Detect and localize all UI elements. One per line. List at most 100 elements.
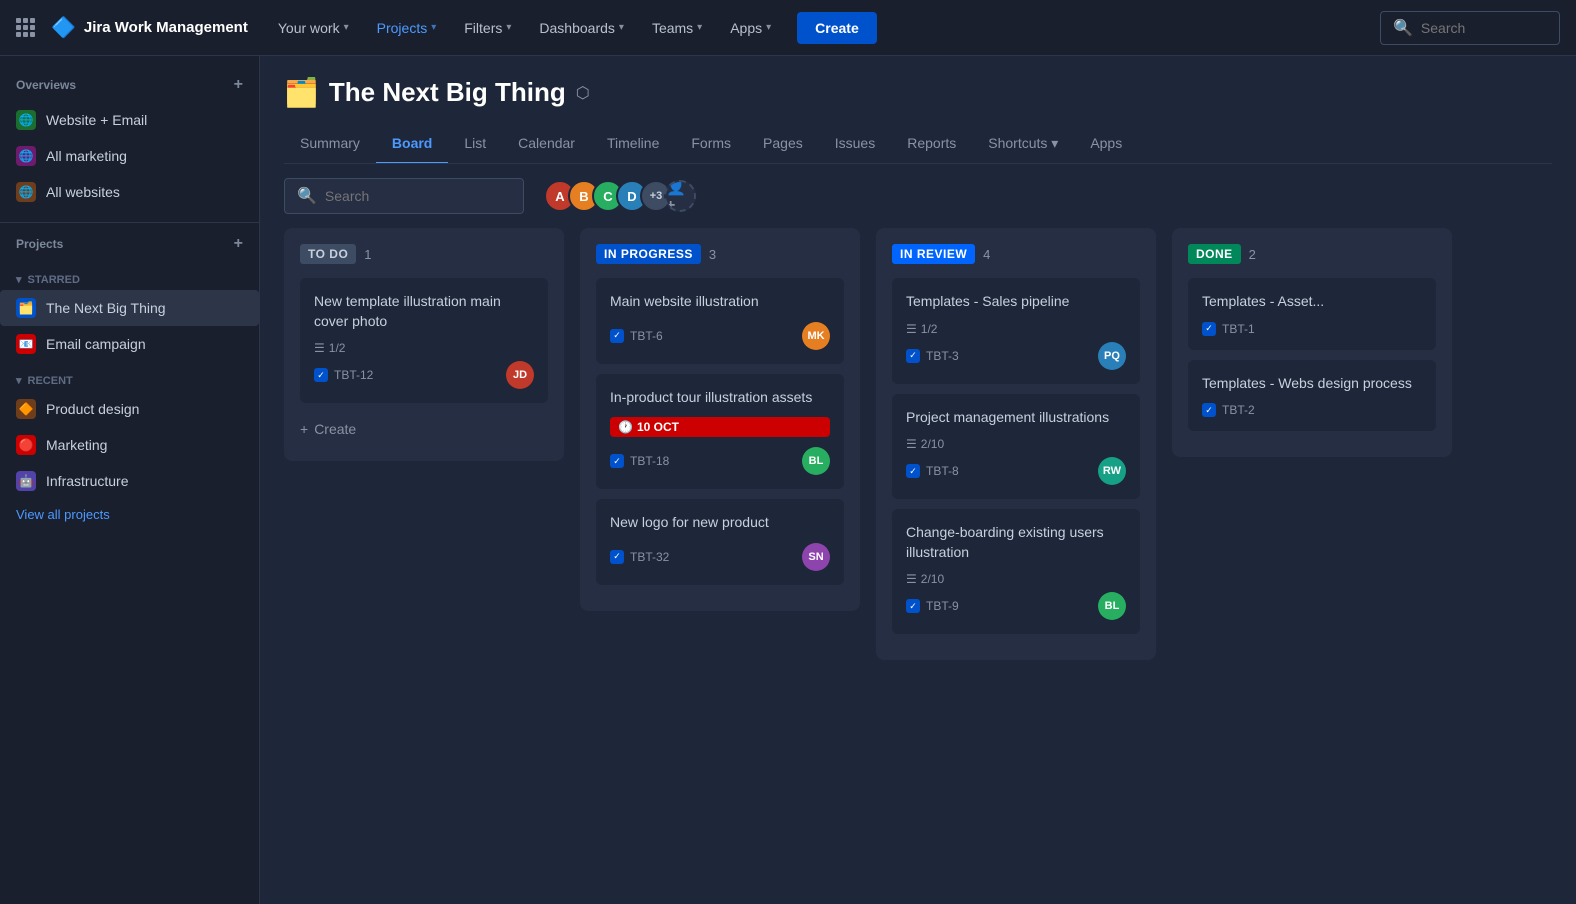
ticket-check-icon: ✓: [906, 599, 920, 613]
recent-subsection[interactable]: ▾ RECENT: [0, 362, 259, 391]
card-tbt-1[interactable]: Templates - Asset... ✓ TBT-1: [1188, 278, 1436, 350]
projects-section-title: Projects +: [0, 235, 259, 261]
card-avatar: RW: [1098, 457, 1126, 485]
sidebar-item-marketing[interactable]: 🔴 Marketing: [0, 427, 259, 463]
ticket-row: ✓ TBT-8: [906, 464, 959, 478]
sidebar-item-all-marketing[interactable]: 🌐 All marketing: [0, 138, 259, 174]
column-count-inprogress: 3: [709, 247, 716, 262]
board-search-input[interactable]: [325, 188, 511, 204]
column-count-inreview: 4: [983, 247, 990, 262]
column-header-done: DONE 2: [1188, 244, 1436, 264]
ticket-check-icon: ✓: [1202, 403, 1216, 417]
view-all-projects[interactable]: View all projects: [0, 499, 259, 530]
tab-list[interactable]: List: [448, 125, 502, 164]
column-label-todo: TO DO: [300, 244, 356, 264]
card-tbt-2[interactable]: Templates - Webs design process ✓ TBT-2: [1188, 360, 1436, 432]
tab-forms[interactable]: Forms: [675, 125, 747, 164]
sidebar-item-email-campaign[interactable]: 📧 Email campaign: [0, 326, 259, 362]
ticket-id: TBT-32: [630, 550, 669, 564]
chevron-down-icon: ▾: [697, 22, 702, 33]
ticket-id: TBT-2: [1222, 403, 1255, 417]
sidebar-item-product-design[interactable]: 🔶 Product design: [0, 391, 259, 427]
global-search[interactable]: 🔍: [1380, 11, 1560, 45]
nav-filters[interactable]: Filters ▾: [454, 14, 521, 42]
create-button[interactable]: Create: [797, 12, 877, 44]
tab-summary[interactable]: Summary: [284, 125, 376, 164]
tab-board[interactable]: Board: [376, 125, 448, 164]
create-card-button[interactable]: + Create: [300, 413, 548, 445]
sidebar-item-all-websites[interactable]: 🌐 All websites: [0, 174, 259, 210]
card-avatar: SN: [802, 543, 830, 571]
website-email-icon: 🌐: [16, 110, 36, 130]
ticket-check-icon: ✓: [906, 349, 920, 363]
main-layout: Overviews + 🌐 Website + Email 🌐 All mark…: [0, 56, 1576, 904]
add-member-button[interactable]: 👤+: [664, 180, 696, 212]
card-meta: ✓ TBT-9 BL: [906, 592, 1126, 620]
starred-subsection[interactable]: ▾ STARRED: [0, 261, 259, 290]
nav-apps[interactable]: Apps ▾: [720, 14, 781, 42]
main-content: 🗂️ The Next Big Thing ⬡ Summary Board Li…: [260, 56, 1576, 904]
card-meta: ✓ TBT-1: [1202, 322, 1422, 336]
ticket-check-icon: ✓: [610, 550, 624, 564]
add-project-icon[interactable]: +: [234, 235, 243, 253]
card-tbt-32[interactable]: New logo for new product ✓ TBT-32 SN: [596, 499, 844, 585]
ticket-id: TBT-3: [926, 349, 959, 363]
nav-projects[interactable]: Projects ▾: [367, 14, 447, 42]
card-title: New template illustration main cover pho…: [314, 292, 534, 331]
sidebar-item-infrastructure[interactable]: 🤖 Infrastructure: [0, 463, 259, 499]
card-title: Main website illustration: [610, 292, 830, 312]
nav-your-work[interactable]: Your work ▾: [268, 14, 359, 42]
column-done: DONE 2 Templates - Asset... ✓ TBT-1 Temp…: [1172, 228, 1452, 457]
card-avatar: BL: [1098, 592, 1126, 620]
star-icon[interactable]: ⬡: [576, 83, 590, 103]
card-avatar: PQ: [1098, 342, 1126, 370]
tab-pages[interactable]: Pages: [747, 125, 819, 164]
logo-text: Jira Work Management: [84, 19, 248, 36]
ticket-id: TBT-1: [1222, 322, 1255, 336]
card-tbt-8[interactable]: Project management illustrations ☰ 2/10 …: [892, 394, 1140, 500]
project-title-row: 🗂️ The Next Big Thing ⬡: [284, 76, 1552, 109]
tab-timeline[interactable]: Timeline: [591, 125, 675, 164]
ticket-row: ✓ TBT-3: [906, 349, 959, 363]
ticket-check-icon: ✓: [1202, 322, 1216, 336]
tab-reports[interactable]: Reports: [891, 125, 972, 164]
card-tbt-6[interactable]: Main website illustration ✓ TBT-6 MK: [596, 278, 844, 364]
apps-grid-icon[interactable]: [16, 18, 35, 37]
card-tbt-9[interactable]: Change-boarding existing users illustrat…: [892, 509, 1140, 634]
card-meta: ✓ TBT-32 SN: [610, 543, 830, 571]
ticket-row: ✓ TBT-1: [1202, 322, 1255, 336]
board-search[interactable]: 🔍: [284, 178, 524, 214]
card-meta: ✓ TBT-6 MK: [610, 322, 830, 350]
card-tbt-18[interactable]: In-product tour illustration assets 🕐 10…: [596, 374, 844, 490]
card-tbt-12[interactable]: New template illustration main cover pho…: [300, 278, 548, 403]
search-input[interactable]: [1421, 20, 1521, 36]
sidebar-item-next-big-thing[interactable]: 🗂️ The Next Big Thing: [0, 290, 259, 326]
tab-shortcuts[interactable]: Shortcuts ▾: [972, 125, 1074, 164]
add-overview-icon[interactable]: +: [234, 76, 243, 94]
ticket-check-icon: ✓: [906, 464, 920, 478]
subtask-icon: ☰: [314, 341, 325, 355]
column-inprogress: IN PROGRESS 3 Main website illustration …: [580, 228, 860, 611]
chevron-down-icon: ▾: [619, 22, 624, 33]
nav-teams[interactable]: Teams ▾: [642, 14, 712, 42]
ticket-id: TBT-6: [630, 329, 663, 343]
all-websites-icon: 🌐: [16, 182, 36, 202]
sidebar-item-website-email[interactable]: 🌐 Website + Email: [0, 102, 259, 138]
ticket-row: ✓ TBT-12: [314, 368, 373, 382]
nav-dashboards[interactable]: Dashboards ▾: [529, 14, 634, 42]
card-title: In-product tour illustration assets: [610, 388, 830, 408]
column-label-done: DONE: [1188, 244, 1241, 264]
project-header: 🗂️ The Next Big Thing ⬡ Summary Board Li…: [260, 56, 1576, 164]
card-title: Project management illustrations: [906, 408, 1126, 428]
subtask-count: ☰ 1/2: [314, 341, 534, 355]
ticket-check-icon: ✓: [610, 454, 624, 468]
card-avatar: BL: [802, 447, 830, 475]
tab-apps[interactable]: Apps: [1074, 125, 1138, 164]
tab-calendar[interactable]: Calendar: [502, 125, 591, 164]
card-tbt-3[interactable]: Templates - Sales pipeline ☰ 1/2 ✓ TBT-3…: [892, 278, 1140, 384]
subtask-count: ☰ 2/10: [906, 437, 1126, 451]
marketing-icon: 🔴: [16, 435, 36, 455]
tab-issues[interactable]: Issues: [819, 125, 891, 164]
logo[interactable]: 🔷 Jira Work Management: [51, 15, 248, 40]
column-header-todo: TO DO 1: [300, 244, 548, 264]
